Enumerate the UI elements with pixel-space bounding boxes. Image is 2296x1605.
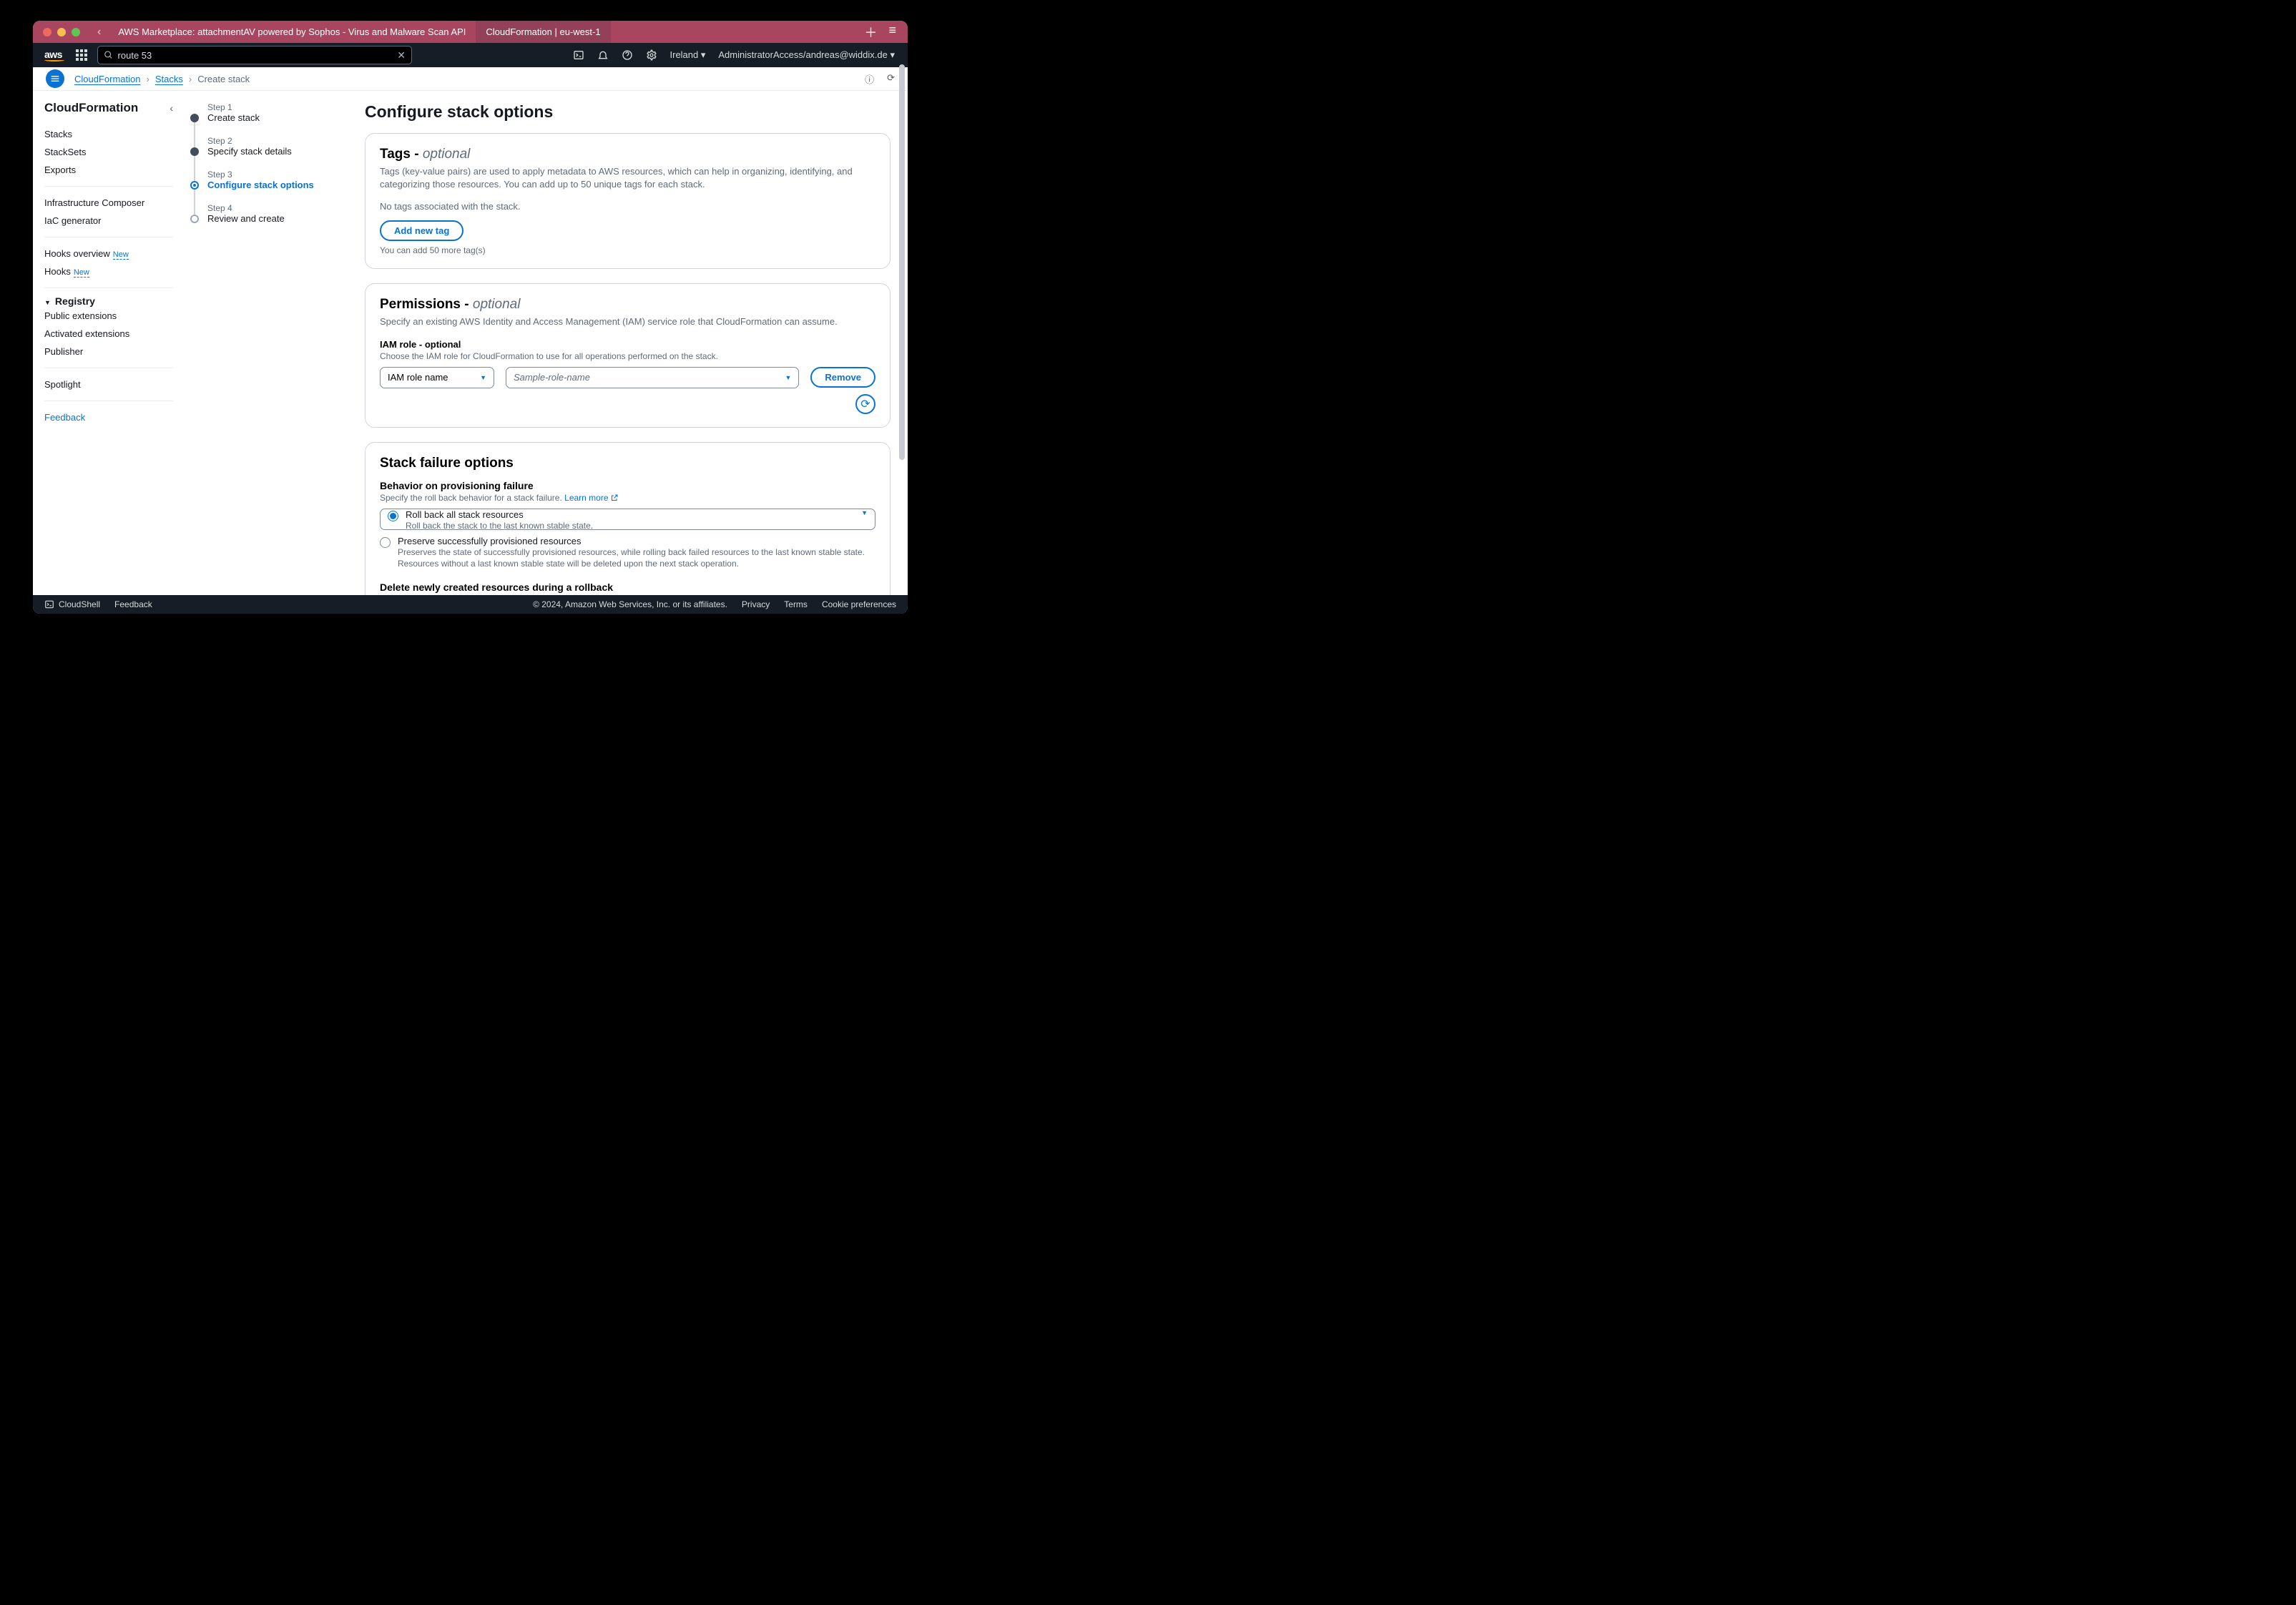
browser-tab-1[interactable]: AWS Marketplace: attachmentAV powered by… (108, 21, 476, 43)
wizard-steps: Step 1Create stack Step 2Specify stack d… (185, 91, 348, 595)
main-content: Configure stack options Tags - optional … (348, 91, 908, 595)
footer-feedback[interactable]: Feedback (114, 599, 152, 609)
minimize-window[interactable] (57, 28, 66, 36)
learn-more-link-1[interactable]: Learn more (564, 493, 618, 503)
footer-copyright: © 2024, Amazon Web Services, Inc. or its… (533, 599, 727, 609)
sidebar-item-public-ext[interactable]: Public extensions (44, 307, 173, 325)
browser-tabbar: ‹ AWS Marketplace: attachmentAV powered … (33, 21, 908, 43)
permissions-panel: Permissions - optional Specify an existi… (365, 283, 891, 427)
aws-search-input[interactable] (114, 50, 406, 61)
sidebar-item-composer[interactable]: Infrastructure Composer (44, 194, 173, 212)
sidebar-item-spotlight[interactable]: Spotlight (44, 376, 173, 393)
breadcrumb: CloudFormation › Stacks › Create stack ⓘ… (33, 67, 908, 91)
step-1[interactable]: Step 1Create stack (190, 102, 348, 136)
browser-menu-button[interactable]: ≡ (888, 23, 896, 41)
clear-search-icon[interactable]: ✕ (397, 49, 406, 62)
sidebar-item-publisher[interactable]: Publisher (44, 343, 173, 360)
sidebar-item-stacks[interactable]: Stacks (44, 125, 173, 143)
tab-nav-back[interactable]: ‹ (90, 26, 108, 39)
info-icon[interactable]: ⓘ (865, 72, 874, 86)
help-icon[interactable] (622, 49, 633, 61)
iam-role-label: IAM role - optional (380, 339, 875, 350)
service-sidebar: CloudFormation ‹ Stacks StackSets Export… (33, 91, 185, 595)
new-tab-button[interactable]: ＋ (864, 23, 877, 41)
iam-role-sub: Choose the IAM role for CloudFormation t… (380, 351, 875, 361)
crumb-stacks[interactable]: Stacks (155, 74, 183, 84)
cloudshell-nav-icon[interactable] (573, 49, 584, 61)
footer-cloudshell[interactable]: CloudShell (44, 599, 100, 609)
account-menu[interactable]: AdministratorAccess/andreas@widdix.de ▾ (718, 49, 895, 61)
sidebar-item-exports[interactable]: Exports (44, 161, 173, 179)
aws-top-nav: aws ✕ Ireland ▾ AdministratorAccess/andr… (33, 43, 908, 67)
sidebar-feedback[interactable]: Feedback (44, 408, 173, 426)
step-2[interactable]: Step 2Specify stack details (190, 136, 348, 170)
refresh-page-icon[interactable]: ⟳ (887, 72, 895, 86)
footer-privacy[interactable]: Privacy (742, 599, 770, 609)
footer-terms[interactable]: Terms (784, 599, 808, 609)
browser-tab-2[interactable]: CloudFormation | eu-west-1 (476, 21, 610, 43)
sidebar-title: CloudFormation (44, 101, 138, 115)
sidebar-item-iac[interactable]: IaC generator (44, 212, 173, 230)
radio-preserve[interactable]: Preserve successfully provisioned resour… (380, 536, 875, 571)
refresh-roles-button[interactable]: ⟳ (855, 394, 875, 414)
service-menu-toggle[interactable] (46, 69, 64, 88)
page-title: Configure stack options (365, 102, 891, 122)
tags-panel: Tags - optional Tags (key-value pairs) a… (365, 133, 891, 269)
sidebar-item-stacksets[interactable]: StackSets (44, 143, 173, 161)
traffic-lights (33, 28, 90, 36)
crumb-current: Create stack (197, 74, 250, 84)
close-window[interactable] (43, 28, 51, 36)
radio-rollback-all[interactable]: Roll back all stack resourcesRoll back t… (380, 509, 875, 530)
step-3[interactable]: Step 3Configure stack options (190, 170, 348, 203)
scrollbar[interactable] (898, 64, 906, 614)
provisioning-failure-header: Behavior on provisioning failure (380, 480, 875, 491)
settings-icon[interactable] (646, 49, 657, 61)
region-selector[interactable]: Ireland ▾ (670, 49, 706, 61)
rollback-delete-header: Delete newly created resources during a … (380, 581, 875, 593)
failure-options-panel: Stack failure options Behavior on provis… (365, 442, 891, 595)
iam-role-type-select[interactable]: IAM role name (380, 367, 494, 388)
sidebar-item-activated-ext[interactable]: Activated extensions (44, 325, 173, 343)
footer-cookies[interactable]: Cookie preferences (822, 599, 896, 609)
tags-empty: No tags associated with the stack. (380, 201, 875, 212)
services-menu-icon[interactable] (76, 49, 87, 61)
add-tag-button[interactable]: Add new tag (380, 220, 463, 241)
iam-role-name-select[interactable]: Sample-role-name (506, 367, 799, 388)
remove-role-button[interactable]: Remove (810, 367, 875, 388)
sidebar-registry-header[interactable]: Registry (44, 295, 173, 307)
sidebar-item-hooks-overview[interactable]: Hooks overviewNew (44, 245, 173, 262)
aws-footer: CloudShell Feedback © 2024, Amazon Web S… (33, 595, 908, 614)
aws-logo[interactable]: aws (33, 49, 76, 62)
crumb-service[interactable]: CloudFormation (74, 74, 141, 84)
browser-window: ‹ AWS Marketplace: attachmentAV powered … (33, 21, 908, 614)
maximize-window[interactable] (72, 28, 80, 36)
sidebar-item-hooks[interactable]: HooksNew (44, 262, 173, 280)
tags-hint: You can add 50 more tag(s) (380, 245, 875, 255)
step-4: Step 4Review and create (190, 203, 348, 237)
collapse-sidebar-icon[interactable]: ‹ (170, 102, 173, 114)
tags-description: Tags (key-value pairs) are used to apply… (380, 165, 875, 191)
aws-search[interactable]: ✕ (97, 46, 412, 64)
notifications-icon[interactable] (597, 49, 609, 61)
